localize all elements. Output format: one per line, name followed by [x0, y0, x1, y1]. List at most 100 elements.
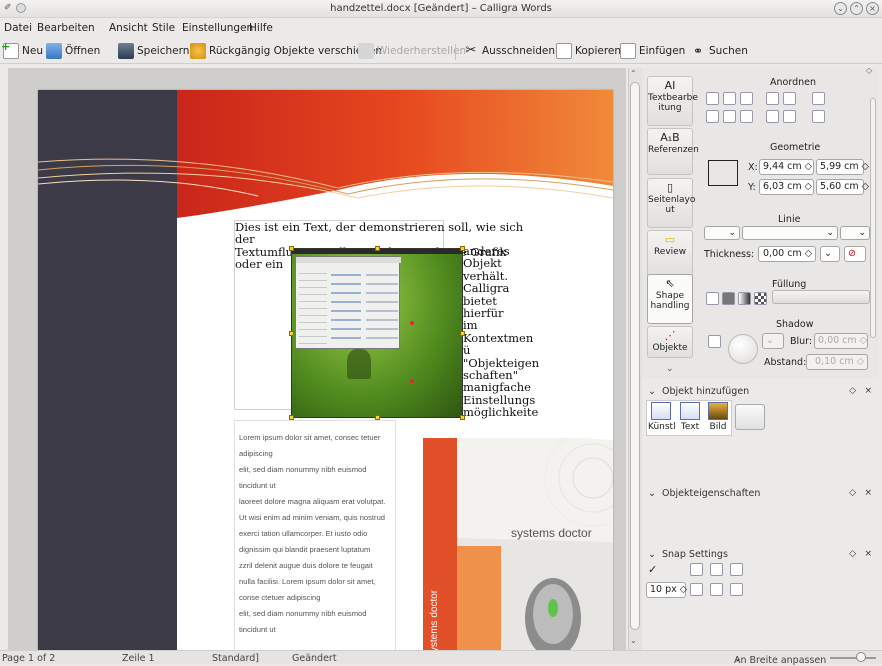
- document-page[interactable]: Dies ist ein Text, der demonstrieren sol…: [38, 90, 613, 650]
- shadow-angle-dial[interactable]: [728, 334, 758, 364]
- align-right-icon[interactable]: [740, 92, 753, 105]
- new-button[interactable]: + Neu: [1, 40, 43, 60]
- undo-arrow-icon: [190, 43, 206, 59]
- ungroup-icon[interactable]: [812, 110, 825, 123]
- wrapped-text[interactable]: anderes Objekt verhält. Calligra bietet …: [463, 245, 539, 419]
- blur-spinbox[interactable]: 0,00 cm ◇: [814, 333, 868, 349]
- add-image-button[interactable]: Bild: [705, 402, 731, 435]
- align-middle-icon[interactable]: [723, 110, 736, 123]
- close-docker-icon[interactable]: ×: [864, 488, 872, 498]
- maximize-icon[interactable]: ⌃: [850, 2, 863, 15]
- docker-scrollbar[interactable]: [870, 98, 876, 338]
- zoom-slider[interactable]: [830, 657, 876, 659]
- align-center-icon[interactable]: [723, 92, 736, 105]
- align-top-icon[interactable]: [706, 110, 719, 123]
- snap-orthogonal-icon[interactable]: [730, 583, 743, 596]
- scroll-down-icon[interactable]: ⌄: [630, 636, 637, 645]
- line-end-dropdown[interactable]: ⌄: [840, 226, 870, 240]
- x-position-spinbox[interactable]: 9,44 cm ◇: [759, 159, 814, 175]
- collapse-icon[interactable]: ⌄: [648, 549, 656, 560]
- zoom-dropdown[interactable]: An Breite anpassen ⌄: [734, 653, 826, 666]
- collapse-icon[interactable]: ⌄: [648, 488, 656, 499]
- close-docker-icon[interactable]: ×: [864, 549, 872, 559]
- menu-ansicht[interactable]: Ansicht: [109, 22, 148, 34]
- tab-references[interactable]: A₁B Referenzen: [647, 128, 699, 175]
- fill-pattern-icon[interactable]: [754, 292, 767, 305]
- collapse-icon[interactable]: ⌄: [648, 386, 656, 397]
- group-icon[interactable]: [812, 92, 825, 105]
- fill-solid-icon[interactable]: [722, 292, 735, 305]
- tab-review[interactable]: ▭ Review: [647, 230, 693, 277]
- tab-shape-handling[interactable]: ⇖ Shape handling: [647, 274, 693, 324]
- close-docker-icon[interactable]: ×: [864, 386, 872, 396]
- height-spinbox[interactable]: 5,60 cm ◇: [816, 179, 869, 195]
- add-text-button[interactable]: Text: [677, 402, 703, 435]
- tabs-scroll-down-icon[interactable]: ⌄: [666, 364, 674, 374]
- float-icon[interactable]: ◇: [849, 386, 856, 396]
- no-line-icon[interactable]: ⊘: [844, 246, 866, 262]
- resize-handle[interactable]: [375, 246, 380, 251]
- menu-hilfe[interactable]: Hilfe: [249, 22, 273, 34]
- line-style-dropdown[interactable]: ⌄: [704, 226, 740, 240]
- selected-screenshot-image[interactable]: [289, 246, 465, 420]
- y-position-spinbox[interactable]: 6,03 cm ◇: [759, 179, 814, 195]
- tab-text-editing[interactable]: AⅠ Textbearbe itung: [647, 76, 698, 126]
- copy-button[interactable]: Kopieren: [556, 42, 621, 60]
- distance-spinbox[interactable]: 0,10 cm ◇: [806, 354, 868, 370]
- redo-button[interactable]: Wiederherstellen: [358, 42, 466, 60]
- snap-distance-spinbox[interactable]: 10 px ◇: [646, 582, 687, 598]
- undo-button[interactable]: Rückgängig Objekte verschieben: [190, 42, 382, 60]
- product-box-image[interactable]: systems doctor systems doctor: [423, 438, 613, 650]
- menu-einstellungen[interactable]: Einstellungen: [182, 22, 253, 34]
- snap-intersection-icon[interactable]: [690, 583, 703, 596]
- menu-datei[interactable]: Datei: [4, 22, 32, 34]
- resize-handle[interactable]: [289, 331, 294, 336]
- document-canvas[interactable]: Dies ist ein Text, der demonstrieren sol…: [8, 68, 626, 650]
- float-icon[interactable]: ◇: [849, 549, 856, 559]
- shadow-checkbox[interactable]: [708, 335, 721, 348]
- add-artistic-text-button[interactable]: Künstl: [648, 402, 676, 435]
- scrollbar-thumb[interactable]: [630, 82, 640, 630]
- snap-enabled-checkbox[interactable]: ✓: [648, 563, 657, 576]
- snap-bounding-icon[interactable]: [730, 563, 743, 576]
- resize-handle[interactable]: [460, 331, 465, 336]
- resize-handle[interactable]: [460, 246, 465, 251]
- docker-float-icon[interactable]: ◇: [866, 66, 872, 75]
- fill-gradient-icon[interactable]: [738, 292, 751, 305]
- snap-guide-icon[interactable]: [710, 563, 723, 576]
- zoom-slider-handle[interactable]: [856, 652, 866, 662]
- close-icon[interactable]: ×: [866, 2, 879, 15]
- resize-handle[interactable]: [460, 415, 465, 420]
- paste-button[interactable]: Einfügen: [620, 42, 685, 60]
- align-bottom-icon[interactable]: [740, 110, 753, 123]
- line-marker-dropdown[interactable]: ⌄: [742, 226, 838, 240]
- lower-icon[interactable]: [783, 92, 796, 105]
- menu-bearbeiten[interactable]: Bearbeiten: [37, 22, 95, 34]
- cut-button[interactable]: ✂ Ausschneiden: [463, 42, 555, 60]
- scroll-up-icon[interactable]: ⌃: [630, 69, 637, 78]
- find-button[interactable]: ⚭ Suchen: [690, 42, 748, 60]
- more-shapes-button[interactable]: [735, 404, 765, 430]
- snap-extension-icon[interactable]: [710, 583, 723, 596]
- fill-none-icon[interactable]: [706, 292, 719, 305]
- float-icon[interactable]: ◇: [849, 488, 856, 498]
- lorem-text-frame[interactable]: Lorem ipsum dolor sit amet, consec tetue…: [234, 420, 396, 650]
- anchor-point-selector[interactable]: [708, 160, 738, 186]
- tab-page-layout[interactable]: ▯ Seitenlayo ut: [647, 178, 695, 228]
- send-back-icon[interactable]: [783, 110, 796, 123]
- raise-icon[interactable]: [766, 92, 779, 105]
- minimize-icon[interactable]: ⌄: [834, 2, 847, 15]
- line-color-button[interactable]: ⌄: [820, 246, 840, 262]
- thickness-spinbox[interactable]: 0,00 cm ◇: [758, 246, 816, 262]
- tab-objects[interactable]: ⋰ Objekte: [647, 326, 693, 358]
- shadow-color-button[interactable]: ⌄: [762, 333, 784, 349]
- open-button[interactable]: Öffnen: [46, 42, 100, 60]
- save-button[interactable]: Speichern: [118, 42, 189, 60]
- menu-stile[interactable]: Stile: [152, 22, 175, 34]
- resize-handle[interactable]: [289, 246, 294, 251]
- snap-grid-icon[interactable]: [690, 563, 703, 576]
- align-left-icon[interactable]: [706, 92, 719, 105]
- fill-color-bar[interactable]: [772, 290, 870, 304]
- width-spinbox[interactable]: 5,99 cm ◇: [816, 159, 869, 175]
- bring-front-icon[interactable]: [766, 110, 779, 123]
